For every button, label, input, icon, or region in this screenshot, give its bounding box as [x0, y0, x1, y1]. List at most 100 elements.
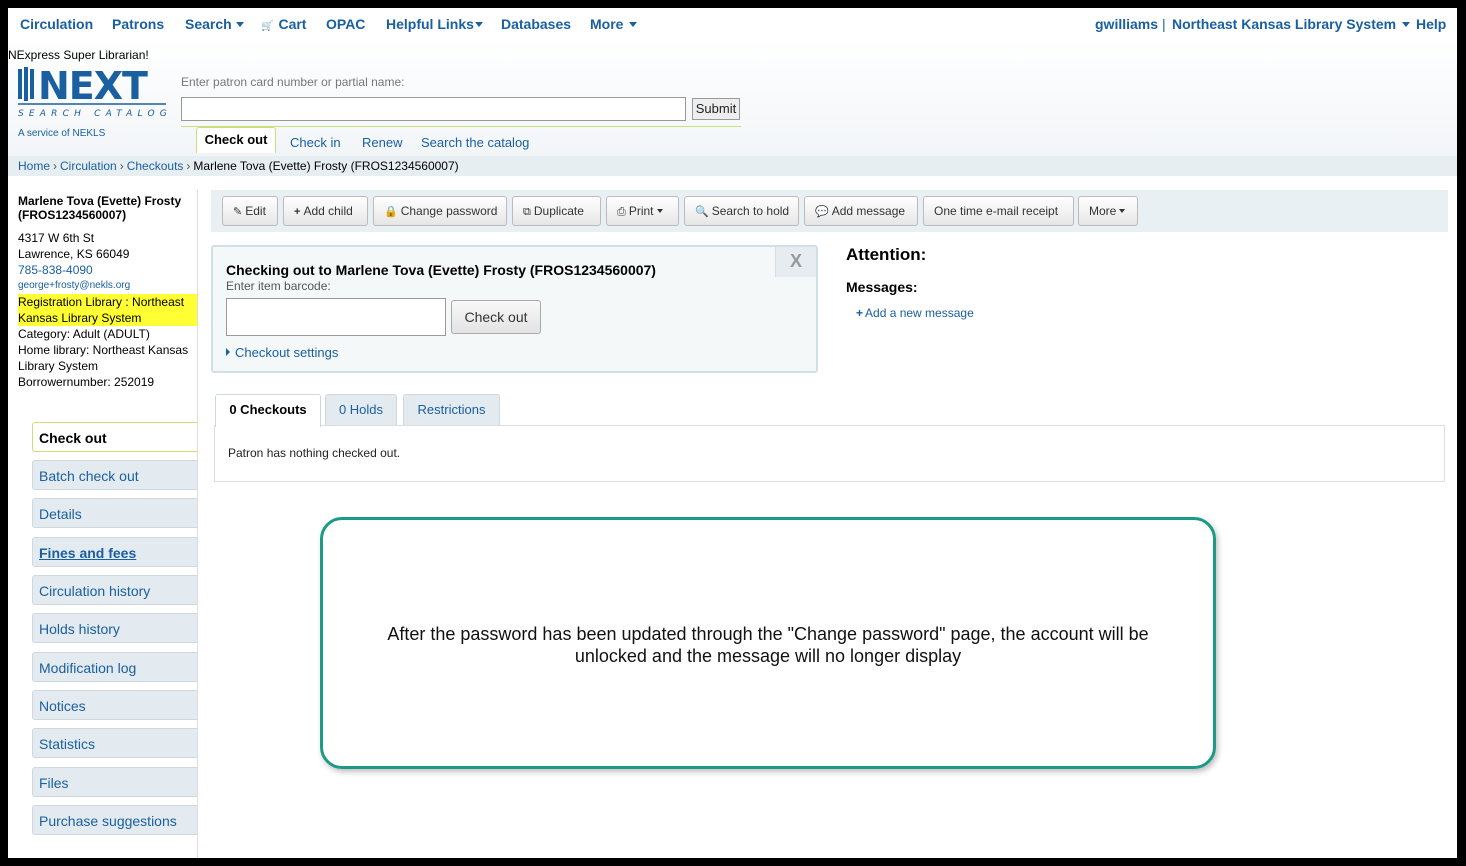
sidebar-item-files[interactable]: Files [32, 767, 197, 797]
header-tab-check-out[interactable]: Check out [196, 127, 276, 153]
cart-icon: 🛒 [261, 21, 274, 32]
change-password-button[interactable]: 🔒 Change password [373, 196, 507, 226]
nav-more[interactable]: More [590, 16, 638, 32]
nav-help[interactable]: Help [1416, 16, 1446, 32]
caret-right-icon [226, 348, 230, 356]
top-navbar: Circulation Patrons Search 🛒 Cart OPAC He… [8, 8, 1457, 40]
messages-heading: Messages: [846, 279, 918, 295]
sidebar-item-batch-check-out[interactable]: Batch check out [32, 460, 197, 490]
patron-search-input[interactable] [181, 97, 686, 121]
nav-circulation[interactable]: Circulation [20, 16, 93, 32]
chevron-down-icon [474, 22, 483, 27]
checkouts-tab-panel: Patron has nothing checked out. [214, 425, 1445, 482]
sidebar-item-purchase-suggestions[interactable]: Purchase suggestions [32, 805, 197, 835]
patron-address-line1: 4317 W 6th St [18, 231, 95, 245]
breadcrumb-checkouts[interactable]: Checkouts [127, 159, 184, 173]
checkout-settings-toggle[interactable]: Checkout settings [226, 345, 338, 360]
header: NExpress Super Librarian! NEXT SEARCH CA… [8, 40, 1457, 156]
nav-opac[interactable]: OPAC [326, 16, 365, 32]
breadcrumb-current: Marlene Tova (Evette) Frosty (FROS123456… [193, 159, 459, 173]
print-button[interactable]: ⎙ Print [606, 196, 679, 226]
next-logo[interactable]: NEXT SEARCH CATALOG [16, 64, 171, 129]
sidebar-item-fines-and-fees[interactable]: Fines and fees [32, 537, 197, 567]
comment-icon: 💬 [815, 206, 829, 218]
patron-phone[interactable]: 785-838-4090 [18, 262, 198, 278]
one-time-email-receipt-button[interactable]: One time e-mail receipt [923, 196, 1074, 226]
chevron-down-icon [656, 209, 663, 213]
patron-category: Category: Adult (ADULT) [18, 327, 150, 341]
sidebar-item-details[interactable]: Details [32, 498, 197, 528]
add-child-button[interactable]: + Add child [283, 196, 368, 226]
tab-holds[interactable]: 0 Holds [325, 394, 397, 426]
add-new-message-link[interactable]: + Add a new message [856, 306, 974, 320]
chevron-down-icon [1402, 22, 1411, 27]
svg-text:SEARCH CATALOG: SEARCH CATALOG [18, 109, 171, 119]
sidebar-item-circulation-history[interactable]: Circulation history [32, 575, 197, 605]
barcode-input[interactable] [226, 298, 446, 336]
callout-annotation: After the password has been updated thro… [320, 517, 1216, 769]
tab-checkouts[interactable]: 0 Checkouts [215, 394, 321, 427]
attention-heading: Attention: [846, 245, 927, 264]
breadcrumb: Home › Circulation › Checkouts › Marlene Tova … [8, 156, 1457, 176]
breadcrumb-separator: › [119, 159, 124, 173]
nav-cart[interactable]: 🛒 Cart [261, 16, 306, 32]
callout-text: After the password has been updated thro… [387, 624, 1149, 666]
patron-home-library: Home library: Northeast Kansas Library S… [18, 343, 189, 373]
nav-separator: | [1162, 16, 1166, 32]
logo-service-text: A service of NEKLS [18, 128, 106, 139]
chevron-down-icon [1119, 209, 1126, 213]
nav-user[interactable]: gwilliams [1095, 16, 1158, 32]
copy-icon: ⧉ [523, 206, 531, 218]
sidebar-item-modification-log[interactable]: Modification log [32, 652, 197, 682]
pencil-icon: ✎ [233, 206, 243, 218]
nav-search[interactable]: Search [185, 16, 244, 32]
plus-icon: + [294, 206, 301, 218]
registration-library: Registration Library : Northeast Kansas … [18, 294, 198, 326]
patron-toolbar: ✎ Edit + Add child 🔒 Change password ⧉ Dupli… [211, 190, 1448, 232]
search-to-hold-button[interactable]: 🔍 Search to hold [684, 196, 799, 226]
printer-icon: ⎙ [617, 206, 626, 218]
nav-databases[interactable]: Databases [501, 16, 571, 32]
lock-icon: 🔒 [384, 206, 398, 218]
chevron-down-icon [235, 22, 244, 27]
header-tab-check-in[interactable]: Check in [290, 135, 341, 150]
tagline: NExpress Super Librarian! [8, 48, 149, 62]
breadcrumb-home[interactable]: Home [18, 159, 50, 173]
app-window: Circulation Patrons Search 🛒 Cart OPAC He… [8, 8, 1457, 858]
patron-info: Marlene Tova (Evette) Frosty (FROS123456… [18, 194, 198, 390]
patron-search-submit-button[interactable]: Submit [692, 98, 740, 120]
sidebar-item-check-out[interactable]: Check out [32, 422, 197, 452]
barcode-label: Enter item barcode: [226, 279, 331, 293]
nav-patrons[interactable]: Patrons [112, 16, 164, 32]
patron-email[interactable]: george+frosty@nekls.org [18, 278, 198, 294]
no-checkouts-message: Patron has nothing checked out. [228, 446, 401, 460]
breadcrumb-separator: › [186, 159, 191, 173]
more-button[interactable]: More [1078, 196, 1138, 226]
duplicate-button[interactable]: ⧉ Duplicate [512, 196, 601, 226]
patron-borrowernumber: Borrowernumber: 252019 [18, 375, 155, 389]
sidebar-item-statistics[interactable]: Statistics [32, 728, 197, 758]
patron-name: Marlene Tova (Evette) Frosty (FROS123456… [18, 194, 182, 222]
sidebar-item-holds-history[interactable]: Holds history [32, 613, 197, 643]
header-tab-search-catalog[interactable]: Search the catalog [421, 135, 529, 150]
chevron-down-icon [629, 22, 638, 27]
next-logo-icon: NEXT SEARCH CATALOG [18, 64, 171, 119]
nav-helpful-links[interactable]: Helpful Links [386, 16, 483, 32]
check-out-button[interactable]: Check out [451, 300, 541, 334]
header-tab-renew[interactable]: Renew [362, 135, 402, 150]
add-message-button[interactable]: 💬 Add message [804, 196, 918, 226]
plus-icon: + [856, 306, 864, 320]
patron-search-label: Enter patron card number or partial name… [181, 75, 405, 89]
patron-address-line2: Lawrence, KS 66049 [18, 247, 130, 261]
svg-text:NEXT: NEXT [38, 66, 148, 108]
sidebar-item-notices[interactable]: Notices [32, 690, 197, 720]
checkout-title: Checking out to Marlene Tova (Evette) Fr… [226, 262, 656, 278]
tab-restrictions[interactable]: Restrictions [403, 394, 500, 426]
breadcrumb-circulation[interactable]: Circulation [60, 159, 117, 173]
checkout-panel: X Checking out to Marlene Tova (Evette) … [211, 245, 818, 373]
close-icon[interactable]: X [775, 247, 816, 277]
breadcrumb-separator: › [53, 159, 58, 173]
sidebar-divider [197, 190, 198, 858]
edit-button[interactable]: ✎ Edit [222, 196, 278, 226]
nav-library[interactable]: Northeast Kansas Library System [1172, 16, 1411, 32]
